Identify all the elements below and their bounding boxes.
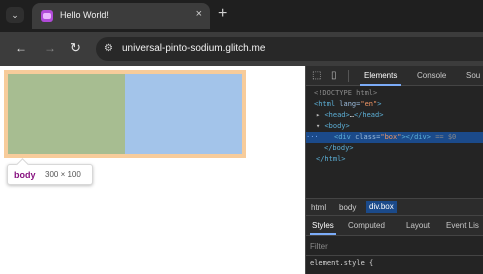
glitch-favicon-icon [41,10,53,22]
more-dots-icon[interactable]: ··· [306,132,319,143]
body-tag: <body> [324,122,350,130]
div-close-tag: ></div> [401,133,431,141]
breadcrumb-html[interactable]: html [308,203,329,212]
blue-box [125,74,242,154]
reload-icon[interactable]: ↻ [70,40,81,56]
tab-console[interactable]: Console [417,71,446,80]
dom-doctype[interactable]: <!DOCTYPE html> [306,88,483,99]
tab-computed[interactable]: Computed [348,221,385,230]
tab-strip: ⌄ Hello World! × + [0,0,483,32]
devtools-tabbar: ⬚ ▯ Elements Console Sou [306,66,483,86]
tab-title: Hello World! [60,10,109,20]
browser-toolbar: ← → ↻ ⚙ universal-pinto-sodium.glitch.me [0,32,483,66]
expand-arrow-icon[interactable]: ▸ [316,111,320,119]
styles-tabbar: Styles Computed Layout Event Lis [306,216,483,236]
new-tab-button[interactable]: + [218,5,227,23]
tab-search-button[interactable]: ⌄ [6,7,24,23]
div-attr-value: "box" [380,133,402,141]
element-style-rule[interactable]: element.style { [310,259,373,267]
doctype-text: <!DOCTYPE html> [314,89,378,97]
device-toolbar-icon[interactable]: ▯ [331,70,337,81]
breadcrumb-div-box[interactable]: div.box [366,201,397,213]
selected-ref: == $0 [435,133,457,141]
page-viewport: body 300 × 100 [0,66,305,274]
tab-styles[interactable]: Styles [310,221,336,235]
dom-head[interactable]: ▸ <head>…</head> [306,110,483,121]
html-attr: lang= [335,100,361,108]
green-box [8,74,125,154]
html-tag-end: > [377,100,382,108]
devtools-panel: ⬚ ▯ Elements Console Sou <!DOCTYPE html>… [305,66,483,274]
body-close-tag: </body> [324,144,354,152]
html-tag: <html [314,100,336,108]
dom-html[interactable]: <html lang="en"> [306,99,483,110]
site-info-icon[interactable]: ⚙ [104,43,113,54]
browser-tab[interactable]: Hello World! × [32,3,210,29]
head-close-tag: </head> [353,111,384,119]
back-icon[interactable]: ← [15,41,27,55]
tab-elements[interactable]: Elements [359,71,402,86]
html-attr-value: "en" [360,100,378,108]
div-attr: class= [350,133,381,141]
forward-icon[interactable]: → [44,41,56,55]
dom-tree: <!DOCTYPE html> <html lang="en"> ▸ <head… [306,86,483,198]
breadcrumb-body[interactable]: body [336,203,359,212]
tooltip-size: 300 × 100 [45,170,81,179]
head-tag: <head> [324,111,350,119]
tab-layout[interactable]: Layout [406,221,430,230]
dom-div-box[interactable]: ··· <div class="box"></div> == $0 [306,132,483,143]
styles-filter [306,236,483,256]
tooltip-tag: body [14,170,36,180]
div-tag: <div [334,133,351,141]
tab-sources[interactable]: Sou [466,71,480,80]
dom-html-close[interactable]: </html> [306,154,483,165]
collapse-arrow-icon[interactable]: ▾ [316,122,320,130]
address-bar[interactable]: ⚙ universal-pinto-sodium.glitch.me [96,37,483,61]
tab-event-listeners[interactable]: Event Lis [446,221,479,230]
close-icon[interactable]: × [196,8,202,20]
inspect-tooltip: body 300 × 100 [7,164,93,185]
url-text[interactable]: universal-pinto-sodium.glitch.me [122,43,265,54]
html-close-tag: </html> [316,155,346,163]
dom-body[interactable]: ▾ <body> [306,121,483,132]
dom-body-close[interactable]: </body> [306,143,483,154]
divider [348,70,349,82]
breadcrumb: html body div.box [306,198,483,216]
filter-input[interactable] [310,240,480,252]
inspect-element-icon[interactable]: ⬚ [312,70,321,81]
